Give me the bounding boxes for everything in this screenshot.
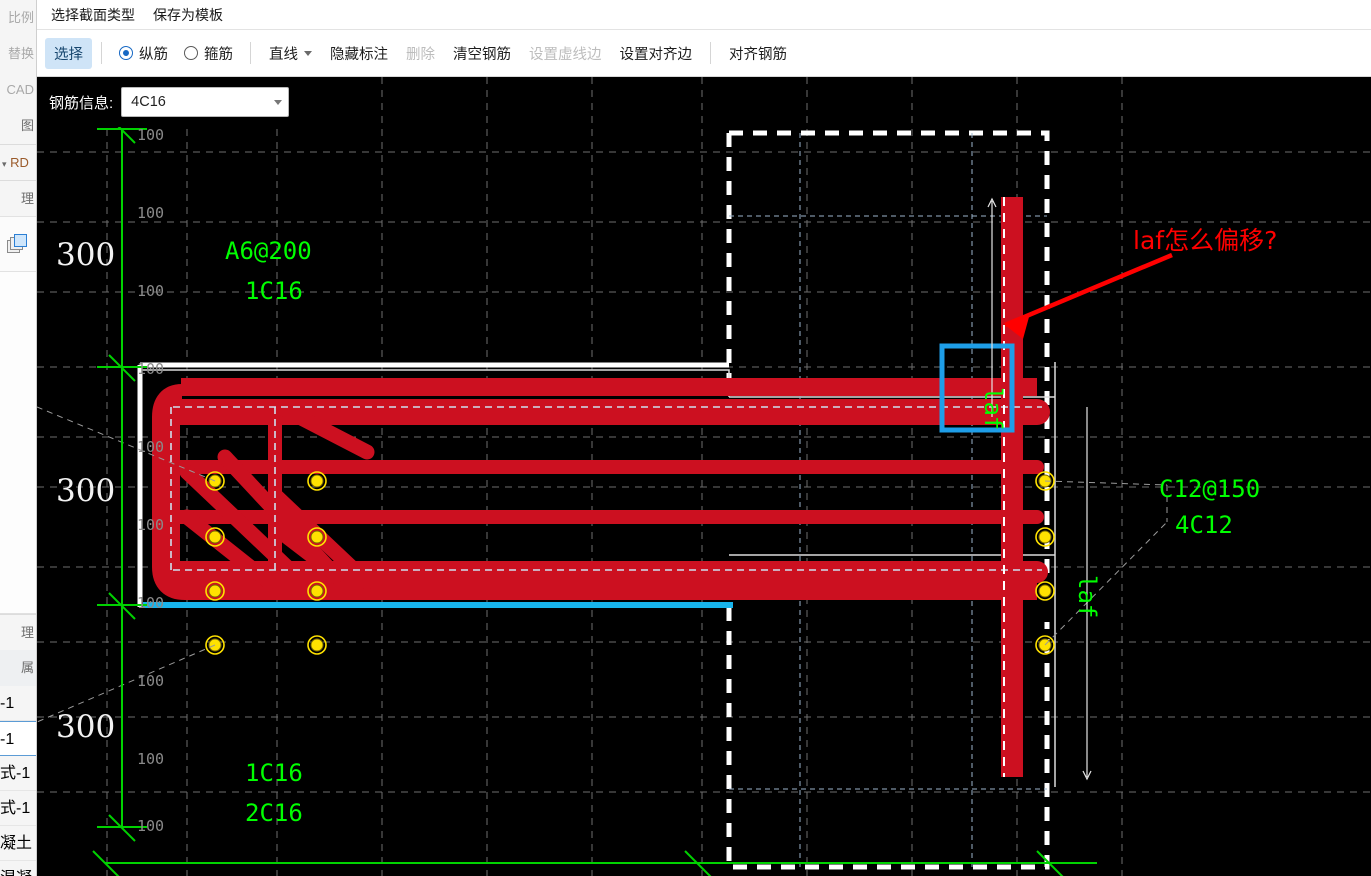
sidebar-table-header: 属 — [0, 650, 36, 686]
toolbar-divider — [710, 42, 711, 64]
list-item[interactable]: 式-1 — [0, 756, 36, 791]
label-a6-200: A6@200 — [225, 237, 312, 265]
radio-on-icon[interactable] — [119, 46, 133, 60]
sidebar-rd-label: RD — [10, 155, 29, 170]
chevron-down-icon[interactable]: ▾ — [2, 159, 7, 169]
section-editor-window: 比例 替换 CAD 图 ▾ RD 理 理 属 -1 -1 式-1 式-1 凝土 … — [0, 0, 1371, 876]
radio-stirrup-label: 箍筋 — [204, 46, 233, 63]
section-drawing[interactable]: 100 100 100 100 100 100 100 100 100 100 … — [37, 77, 1371, 876]
sidebar-text-replace[interactable]: 替换 — [0, 36, 36, 72]
rebar-info-value: 4C16 — [131, 94, 166, 110]
dim-100: 100 — [137, 282, 164, 300]
list-item[interactable]: 凝土 — [0, 826, 36, 861]
column-dashed-outline[interactable] — [726, 130, 1050, 870]
select-tool-button[interactable]: 选择 — [45, 37, 92, 69]
dim-100: 100 — [137, 516, 164, 534]
dim-100: 100 — [137, 672, 164, 690]
dim-100: 100 — [137, 438, 164, 456]
dim-100: 100 — [137, 204, 164, 222]
set-align-edge-button[interactable]: 设置对齐边 — [611, 38, 702, 69]
rebar-info-bar: 钢筋信息: 4C16 — [37, 77, 367, 127]
secondary-grid — [729, 133, 1047, 867]
line-tool-label: 直线 — [269, 46, 298, 63]
toolbar: 选择 纵筋 箍筋 直线 隐藏标注 删除 清空钢筋 设置虚线边 设置对齐边 对齐钢… — [37, 30, 1371, 77]
menu-bar: 选择截面类型 保存为模板 — [37, 0, 1371, 30]
radio-longitudinal-rebar-label: 纵筋 — [139, 46, 168, 63]
layers-icon-cell[interactable] — [0, 216, 36, 272]
label-1c16-top: 1C16 — [245, 277, 303, 305]
dim-300: 300 — [56, 709, 115, 745]
major-dimension-labels: 300 300 300 — [56, 237, 115, 745]
hide-annotation-button[interactable]: 隐藏标注 — [321, 38, 397, 69]
toolbar-divider — [101, 42, 102, 64]
label-laf-bottom: laf — [1073, 575, 1101, 618]
list-item[interactable]: 式-1 — [0, 791, 36, 826]
dim-100: 100 — [137, 360, 164, 378]
annotation-text: laf怎么偏移? — [1133, 226, 1278, 255]
sidebar-text-cad[interactable]: CAD — [0, 72, 36, 108]
stirrup-outer-loop[interactable] — [152, 384, 1037, 600]
set-dashed-edge-button: 设置虚线边 — [529, 46, 602, 63]
dim-100: 100 — [137, 817, 164, 835]
delete-button: 删除 — [406, 46, 435, 63]
dim-100: 100 — [137, 750, 164, 768]
layers-icon[interactable] — [7, 234, 29, 254]
annotation-arrow — [1004, 252, 1173, 339]
sidebar-row-rd[interactable]: ▾ RD — [0, 144, 36, 180]
line-tool-dropdown[interactable]: 直线 — [260, 38, 321, 69]
list-item[interactable]: 混凝 — [0, 861, 36, 876]
chevron-down-icon[interactable] — [304, 50, 312, 56]
sidebar-text-drawing[interactable]: 图 — [0, 108, 36, 144]
clear-rebar-button[interactable]: 清空钢筋 — [444, 38, 520, 69]
dim-100: 100 — [137, 126, 164, 144]
list-item[interactable]: -1 — [0, 721, 36, 756]
rebar-info-select[interactable]: 4C16 — [121, 87, 290, 117]
dim-100: 100 — [137, 594, 164, 612]
label-1c16-bot: 1C16 — [245, 759, 303, 787]
dimension-line-bottom — [92, 850, 1097, 876]
toolbar-divider — [250, 42, 251, 64]
chevron-down-icon[interactable] — [274, 99, 283, 105]
dim-300: 300 — [56, 237, 115, 273]
align-rebar-button[interactable]: 对齐钢筋 — [720, 38, 796, 69]
left-partial-sidebar: 比例 替换 CAD 图 ▾ RD 理 理 属 -1 -1 式-1 式-1 凝土 … — [0, 0, 37, 876]
radio-off-icon[interactable] — [184, 46, 198, 60]
sidebar-text-scale[interactable]: 比例 — [0, 0, 36, 36]
label-c12-150: C12@150 — [1159, 475, 1260, 503]
rebar-labels[interactable]: A6@200 1C16 C12@150 4C12 1C16 2C16 laf l… — [225, 237, 1260, 827]
rebar-info-label: 钢筋信息: — [49, 94, 114, 112]
label-laf-top: laf — [979, 387, 1007, 430]
sidebar-blank-area — [0, 272, 36, 614]
list-item[interactable]: -1 — [0, 686, 36, 721]
menu-select-section-type[interactable]: 选择截面类型 — [51, 5, 135, 25]
radio-stirrup[interactable]: 箍筋 — [176, 39, 241, 68]
sidebar-manage-label[interactable]: 理 — [0, 180, 36, 216]
drawing-canvas[interactable]: 100 100 100 100 100 100 100 100 100 100 … — [37, 77, 1371, 876]
label-4c12: 4C12 — [1175, 511, 1233, 539]
menu-save-as-template[interactable]: 保存为模板 — [153, 5, 223, 25]
dim-300: 300 — [56, 473, 115, 509]
label-2c16: 2C16 — [245, 799, 303, 827]
sidebar-section-label: 理 — [0, 614, 36, 650]
radio-longitudinal-rebar[interactable]: 纵筋 — [111, 39, 176, 68]
